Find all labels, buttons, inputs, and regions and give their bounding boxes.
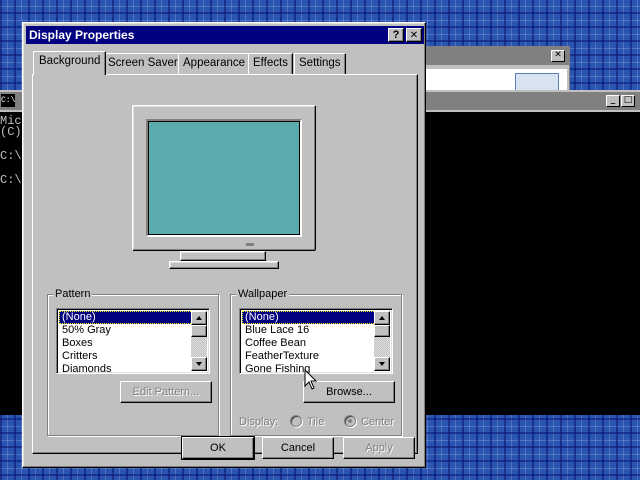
background-window-close-button[interactable]: ✕: [551, 50, 565, 62]
tile-radio[interactable]: [290, 415, 302, 427]
close-button[interactable]: ✕: [406, 28, 422, 42]
tab-appearance[interactable]: Appearance: [178, 53, 251, 74]
pattern-scroll-up-button[interactable]: [191, 311, 207, 325]
pattern-group-label: Pattern: [53, 288, 93, 300]
monitor-neck: [180, 251, 266, 261]
display-mode-label: Display:: [239, 416, 279, 428]
help-button[interactable]: ?: [388, 28, 404, 42]
pattern-listbox[interactable]: (None) 50% Gray Boxes Critters Diamonds: [56, 308, 210, 376]
console-minimize-button[interactable]: _: [606, 95, 620, 107]
pattern-scrollbar[interactable]: [191, 311, 207, 371]
background-tab-panel: Pattern (None) 50% Gray Boxes Critters D…: [32, 74, 418, 454]
pattern-list-items: (None) 50% Gray Boxes Critters Diamonds: [59, 311, 193, 376]
dialog-title: Display Properties: [29, 28, 135, 42]
monitor-stand: [169, 261, 279, 269]
mouse-cursor-icon: [304, 369, 318, 390]
ok-button[interactable]: OK: [181, 436, 255, 460]
apply-button[interactable]: Apply: [343, 437, 415, 459]
console-maximize-button[interactable]: □: [621, 95, 635, 107]
display-properties-dialog[interactable]: Display Properties ? ✕ Background Screen…: [22, 22, 426, 468]
arrow-up-icon: [379, 316, 385, 320]
console-system-icon[interactable]: C:\: [1, 94, 15, 107]
wallpaper-list-items: (None) Blue Lace 16 Coffee Bean FeatherT…: [242, 311, 376, 376]
tab-settings[interactable]: Settings: [294, 53, 346, 74]
arrow-up-icon: [196, 316, 202, 320]
background-window-explorer[interactable]: ✕: [418, 46, 570, 96]
center-radio[interactable]: [344, 415, 356, 427]
wallpaper-group-label: Wallpaper: [236, 288, 290, 300]
tab-background[interactable]: Background: [33, 51, 107, 75]
wallpaper-listbox[interactable]: (None) Blue Lace 16 Coffee Bean FeatherT…: [239, 308, 393, 376]
wallpaper-scroll-thumb[interactable]: [374, 325, 390, 337]
background-window-thumbnail: [515, 73, 559, 91]
pattern-scroll-down-button[interactable]: [191, 357, 207, 371]
tile-radio-label: Tile: [307, 416, 325, 428]
edit-pattern-button[interactable]: Edit Pattern...: [120, 381, 212, 403]
wallpaper-scrollbar[interactable]: [374, 311, 390, 371]
dialog-titlebar[interactable]: Display Properties: [26, 26, 424, 44]
wallpaper-scroll-up-button[interactable]: [374, 311, 390, 325]
pattern-list-item[interactable]: (None): [59, 311, 193, 324]
monitor-power-led: [246, 243, 254, 246]
wallpaper-list-item[interactable]: Coffee Bean: [242, 337, 376, 350]
pattern-list-item[interactable]: Diamonds: [59, 363, 193, 376]
pattern-list-item[interactable]: 50% Gray: [59, 324, 193, 337]
arrow-down-icon: [379, 362, 385, 366]
pattern-scroll-thumb[interactable]: [191, 325, 207, 337]
tab-screen-saver[interactable]: Screen Saver: [103, 53, 183, 74]
monitor-screen-fill: [148, 121, 300, 235]
monitor-preview: [132, 105, 322, 251]
monitor-screen: [146, 119, 302, 237]
wallpaper-list-item[interactable]: (None): [242, 311, 376, 324]
background-window-titlebar[interactable]: [419, 47, 569, 65]
console-line-4: C:\: [0, 149, 22, 163]
tab-effects[interactable]: Effects: [248, 53, 293, 74]
console-line-6: C:\: [0, 173, 22, 187]
pattern-list-item[interactable]: Boxes: [59, 337, 193, 350]
cancel-button[interactable]: Cancel: [262, 437, 334, 459]
center-radio-label: Center: [361, 416, 395, 428]
wallpaper-list-item[interactable]: FeatherTexture: [242, 350, 376, 363]
wallpaper-scroll-down-button[interactable]: [374, 357, 390, 371]
pattern-list-item[interactable]: Critters: [59, 350, 193, 363]
wallpaper-list-item[interactable]: Blue Lace 16: [242, 324, 376, 337]
console-line-2: (C): [0, 125, 22, 139]
arrow-down-icon: [196, 362, 202, 366]
